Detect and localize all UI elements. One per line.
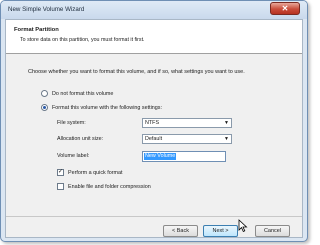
next-button[interactable]: Next >	[203, 225, 238, 237]
allocation-unit-select[interactable]: Default ▼	[142, 134, 232, 144]
footer-divider	[6, 216, 302, 217]
checkbox-unchecked[interactable]	[57, 183, 64, 190]
quick-format-label: Perform a quick format	[68, 169, 123, 176]
format-question: Choose whether you want to format this v…	[28, 69, 245, 75]
page-subtitle: To store data on this partition, you mus…	[20, 37, 145, 43]
close-button[interactable]: ✕	[270, 2, 300, 15]
file-system-value: NTFS	[145, 120, 160, 126]
compression-checkbox[interactable]: Enable file and folder compression	[57, 183, 151, 190]
quick-format-checkbox[interactable]: ✓ Perform a quick format	[57, 169, 123, 176]
radio-no-format-label: Do not format this volume	[52, 90, 114, 97]
volume-label-label: Volume label:	[57, 153, 90, 159]
volume-label-value: New Volume	[144, 153, 177, 160]
wizard-body: Format Partition To store data on this p…	[5, 19, 303, 238]
cancel-button[interactable]: Cancel	[255, 225, 290, 237]
back-button[interactable]: < Back	[163, 225, 198, 237]
allocation-unit-label: Allocation unit size:	[57, 136, 104, 142]
window-title: New Simple Volume Wizard	[8, 6, 85, 13]
close-icon: ✕	[281, 4, 289, 13]
file-system-select[interactable]: NTFS ▼	[142, 118, 232, 128]
file-system-label: File system:	[57, 120, 86, 126]
wizard-window: New Simple Volume Wizard ✕ Format Partit…	[0, 0, 308, 242]
compression-label: Enable file and folder compression	[68, 183, 151, 190]
page-title: Format Partition	[14, 27, 59, 33]
chevron-down-icon: ▼	[224, 136, 229, 142]
checkbox-checked[interactable]: ✓	[57, 169, 64, 176]
radio-no-format[interactable]: Do not format this volume	[41, 90, 113, 97]
chevron-down-icon: ▼	[224, 120, 229, 126]
radio-circle[interactable]	[41, 90, 48, 97]
title-bar: New Simple Volume Wizard ✕	[1, 1, 307, 19]
mouse-pointer-icon	[238, 219, 248, 233]
radio-circle-selected[interactable]	[41, 104, 48, 111]
wizard-header: Format Partition To store data on this p…	[6, 20, 302, 54]
volume-label-input[interactable]: New Volume	[142, 151, 226, 162]
allocation-unit-value: Default	[145, 136, 163, 142]
radio-format[interactable]: Format this volume with the following se…	[41, 104, 162, 111]
radio-format-label: Format this volume with the following se…	[52, 104, 162, 111]
